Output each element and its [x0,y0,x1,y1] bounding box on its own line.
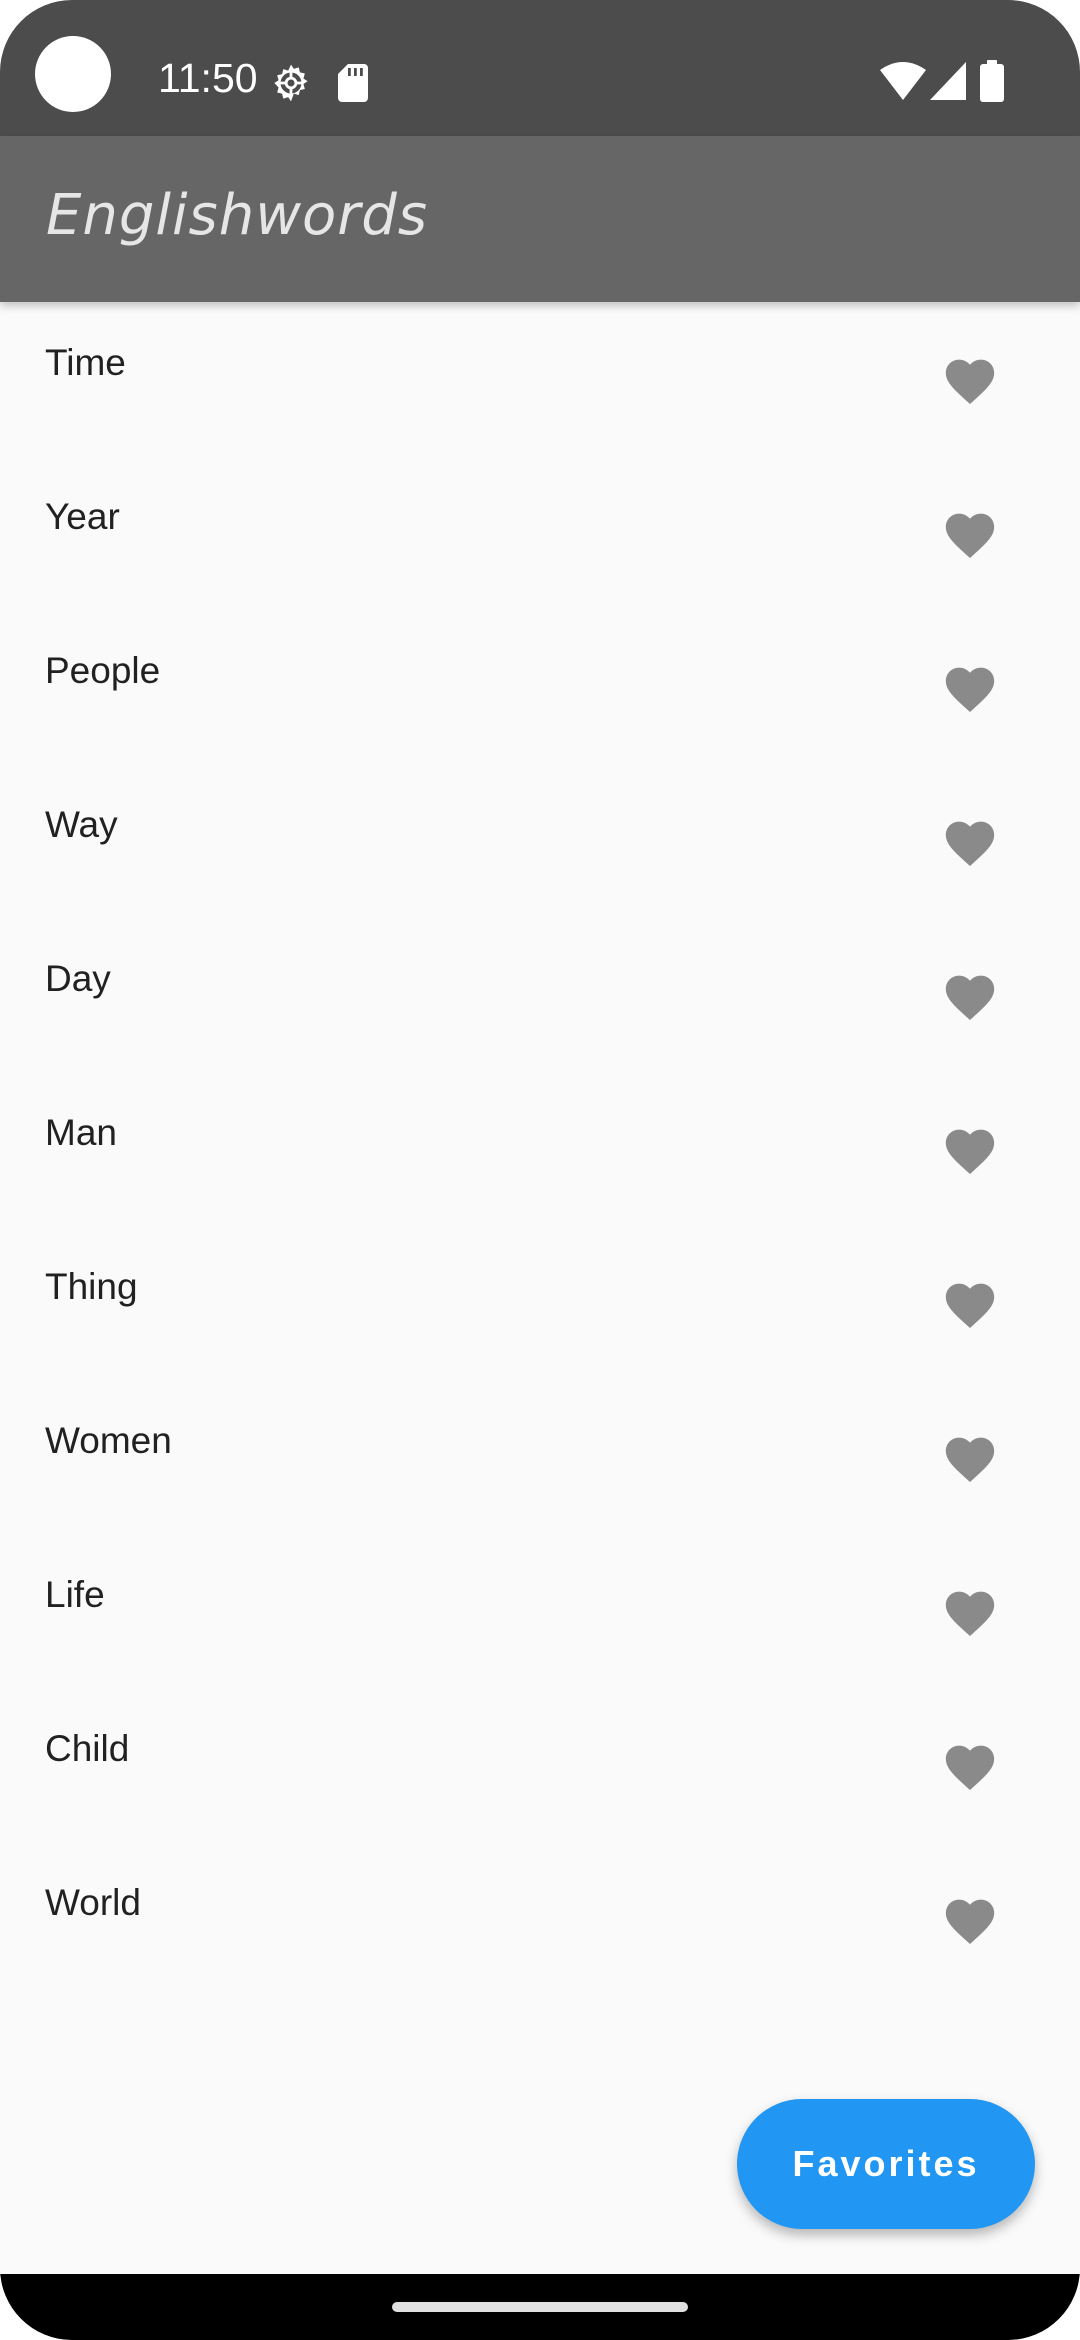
heart-icon [945,1899,995,1945]
list-item[interactable]: Time [0,302,1080,456]
app-title: Englishwords [46,183,429,248]
list-item[interactable]: People [0,610,1080,764]
signal-icon [930,62,966,100]
list-item[interactable]: Child [0,1688,1080,1842]
favorites-button-label: Favorites [792,2143,980,2184]
wifi-icon [880,62,926,100]
list-item[interactable]: Life [0,1534,1080,1688]
gear-icon [274,64,308,102]
word-label: Year [45,496,120,537]
favorite-button[interactable] [930,1730,1010,1800]
list-item[interactable]: Women [0,1380,1080,1534]
heart-icon [945,975,995,1021]
sd-card-icon [338,64,368,102]
app-screen: 11:50 Englishwords Time Year People Way … [0,0,1080,2340]
list-item[interactable]: Way [0,764,1080,918]
word-label: Day [45,958,111,999]
favorite-button[interactable] [930,960,1010,1030]
favorite-button[interactable] [930,1268,1010,1338]
word-label: Way [45,804,118,845]
word-label: Time [45,342,126,383]
favorite-button[interactable] [930,1422,1010,1492]
word-label: Thing [45,1266,138,1307]
list-item[interactable]: Thing [0,1226,1080,1380]
favorites-button[interactable]: Favorites [737,2099,1035,2229]
heart-icon [945,1437,995,1483]
list-item[interactable]: World [0,1842,1080,1996]
list-item[interactable]: Year [0,456,1080,610]
heart-icon [945,1283,995,1329]
battery-icon [980,60,1004,102]
status-time: 11:50 [158,55,258,101]
favorite-button[interactable] [930,1884,1010,1954]
status-bar: 11:50 [0,0,1080,136]
word-label: Child [45,1728,130,1769]
heart-icon [945,821,995,867]
favorite-button[interactable] [930,1114,1010,1184]
list-item[interactable]: Man [0,1072,1080,1226]
heart-icon [945,667,995,713]
word-label: World [45,1882,141,1923]
word-label: Man [45,1112,117,1153]
app-bar: Englishwords [0,136,1080,302]
list-item[interactable]: Day [0,918,1080,1072]
favorite-button[interactable] [930,498,1010,568]
word-label: People [45,650,161,691]
favorite-button[interactable] [930,344,1010,414]
favorite-button[interactable] [930,806,1010,876]
word-list: Time Year People Way Day Man Thing Women… [0,302,1080,1996]
heart-icon [945,359,995,405]
home-gesture-handle[interactable] [392,2302,688,2312]
camera-dot [35,36,111,112]
word-label: Life [45,1574,105,1615]
favorite-button[interactable] [930,1576,1010,1646]
heart-icon [945,1129,995,1175]
word-label: Women [45,1420,172,1461]
heart-icon [945,1591,995,1637]
navigation-bar [0,2274,1080,2340]
heart-icon [945,1745,995,1791]
heart-icon [945,513,995,559]
favorite-button[interactable] [930,652,1010,722]
